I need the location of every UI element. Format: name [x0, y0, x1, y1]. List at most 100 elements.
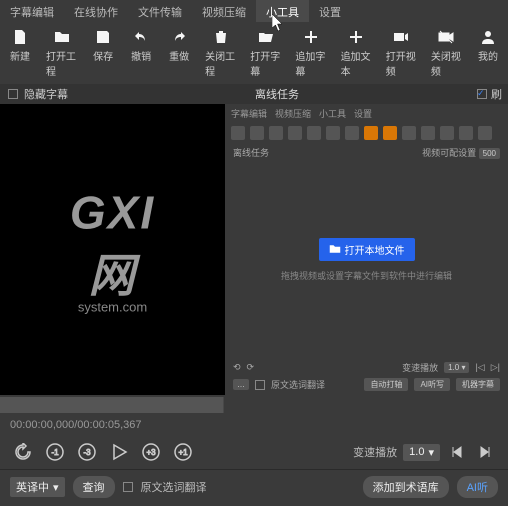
- panel-translate-checkbox[interactable]: [255, 380, 265, 390]
- bottom-bar: 英译中▾ 查询 原文选词翻译 添加到术语库 AI听: [0, 469, 508, 504]
- plus-icon: [302, 28, 320, 46]
- mini-tool-icon[interactable]: [421, 126, 435, 140]
- mini-tool-icon[interactable]: [364, 126, 378, 140]
- offline-task-panel: 字幕编辑 视频压缩 小工具 设置 离线任务 视频可配设置 500: [225, 104, 508, 395]
- mini-tool-icon[interactable]: [307, 126, 321, 140]
- forward-3-button[interactable]: +3: [140, 441, 162, 463]
- trash-icon: [212, 28, 230, 46]
- folder-icon: [329, 243, 341, 255]
- original-translate-label: 原文选词翻译: [141, 479, 207, 495]
- panel-icon-row: [225, 123, 508, 143]
- drag-hint-text: 拖拽视频或设置字幕文件到软件中进行编辑: [281, 269, 452, 282]
- chevron-down-icon: ▾: [53, 481, 59, 494]
- loop-button[interactable]: [12, 441, 34, 463]
- video-off-icon: [437, 28, 455, 46]
- mini-tool-icon[interactable]: [269, 126, 283, 140]
- save-button[interactable]: 保存: [85, 26, 121, 80]
- panel-lang-select[interactable]: …: [233, 379, 249, 390]
- original-translate-checkbox[interactable]: [123, 482, 133, 492]
- mini-tool-icon[interactable]: [440, 126, 454, 140]
- video-preview[interactable]: GXI网 system.com: [0, 104, 225, 395]
- timeline-scrubber[interactable]: [0, 397, 508, 413]
- undo-button[interactable]: 撤销: [123, 26, 159, 80]
- mini-tool-icon[interactable]: [326, 126, 340, 140]
- my-button[interactable]: 我的: [470, 26, 506, 80]
- rewind-1-button[interactable]: -1: [44, 441, 66, 463]
- mini-tab[interactable]: 小工具: [319, 107, 346, 120]
- file-icon: [11, 28, 29, 46]
- open-project-button[interactable]: 打开工程: [40, 26, 83, 80]
- undo-icon: [132, 28, 150, 46]
- main-toolbar: 新建 打开工程 保存 撤销 重做 关闭工程 打开字幕 追加字幕 追加文本 打开视…: [0, 22, 508, 84]
- svg-text:+1: +1: [178, 448, 188, 457]
- open-subtitle-button[interactable]: 打开字幕: [244, 26, 287, 80]
- mini-tool-icon[interactable]: [478, 126, 492, 140]
- svg-text:-1: -1: [51, 448, 59, 457]
- ai-listen-button[interactable]: AI听: [457, 476, 498, 498]
- refresh-checkbox[interactable]: [477, 89, 487, 99]
- video-icon: [392, 28, 410, 46]
- mini-tool-icon[interactable]: [231, 126, 245, 140]
- machine-subtitle-button[interactable]: 机器字幕: [456, 378, 500, 391]
- offline-task-label: 离线任务: [225, 86, 477, 102]
- forward-1-button[interactable]: +1: [172, 441, 194, 463]
- redo-icon: [170, 28, 188, 46]
- playback-speed-label: 变速播放: [353, 444, 397, 460]
- hide-subtitle-label: 隐藏字幕: [24, 86, 68, 102]
- panel-param-value[interactable]: 500: [479, 148, 500, 159]
- translation-lang-select[interactable]: 英译中▾: [10, 477, 65, 497]
- mini-tab[interactable]: 视频压缩: [275, 107, 311, 120]
- tab-online-collab[interactable]: 在线协作: [64, 0, 128, 22]
- mini-btn-icon[interactable]: ▷|: [491, 362, 500, 373]
- playback-speed-select[interactable]: 1.0▾: [403, 444, 440, 461]
- main-area: GXI网 system.com 字幕编辑 视频压缩 小工具 设置: [0, 104, 508, 395]
- hide-subtitle-checkbox[interactable]: [8, 89, 18, 99]
- open-local-file-button[interactable]: 打开本地文件: [319, 238, 415, 261]
- tab-tools[interactable]: 小工具: [256, 0, 309, 22]
- open-video-button[interactable]: 打开视频: [380, 26, 423, 80]
- tab-file-transfer[interactable]: 文件传输: [128, 0, 192, 22]
- rewind-3-button[interactable]: -3: [76, 441, 98, 463]
- new-button[interactable]: 新建: [2, 26, 38, 80]
- player-controls: -1 -3 +3 +1 变速播放 1.0▾: [0, 435, 508, 469]
- mini-tool-icon[interactable]: [250, 126, 264, 140]
- auto-timing-button[interactable]: 自动打轴: [364, 378, 408, 391]
- svg-text:+3: +3: [146, 448, 156, 457]
- append-text-button[interactable]: 追加文本: [335, 26, 378, 80]
- play-button[interactable]: [108, 441, 130, 463]
- mini-tab[interactable]: 设置: [354, 107, 372, 120]
- tab-settings[interactable]: 设置: [309, 0, 351, 22]
- close-project-button[interactable]: 关闭工程: [199, 26, 242, 80]
- folder-icon: [53, 28, 71, 46]
- mini-tool-icon[interactable]: [383, 126, 397, 140]
- panel-speed-select[interactable]: 1.0 ▾: [444, 362, 469, 373]
- prev-marker-button[interactable]: [446, 441, 468, 463]
- folder-open-icon: [257, 28, 275, 46]
- main-tabbar: 字幕编辑 在线协作 文件传输 视频压缩 小工具 设置: [0, 0, 508, 22]
- mini-btn-icon[interactable]: |◁: [475, 362, 484, 373]
- watermark: GXI网 system.com: [56, 185, 169, 314]
- add-terminology-button[interactable]: 添加到术语库: [363, 476, 449, 498]
- panel-task-label: 离线任务: [233, 146, 269, 159]
- subheader: 隐藏字幕 离线任务 刷: [0, 84, 508, 104]
- loop-icon[interactable]: ⟳: [247, 362, 255, 373]
- query-button[interactable]: 查询: [73, 476, 115, 498]
- close-video-button[interactable]: 关闭视频: [425, 26, 468, 80]
- loop-icon[interactable]: ⟲: [233, 362, 241, 373]
- mini-tab[interactable]: 字幕编辑: [231, 107, 267, 120]
- mini-tool-icon[interactable]: [402, 126, 416, 140]
- redo-button[interactable]: 重做: [161, 26, 197, 80]
- append-subtitle-button[interactable]: 追加字幕: [289, 26, 332, 80]
- tab-video-compress[interactable]: 视频压缩: [192, 0, 256, 22]
- ai-dictation-button[interactable]: AI听写: [414, 378, 450, 391]
- plus-icon: [347, 28, 365, 46]
- next-marker-button[interactable]: [474, 441, 496, 463]
- tab-subtitle-edit[interactable]: 字幕编辑: [0, 0, 64, 22]
- panel-translate-label: 原文选词翻译: [271, 378, 325, 391]
- mini-tool-icon[interactable]: [345, 126, 359, 140]
- chevron-down-icon: ▾: [428, 446, 434, 459]
- mini-tool-icon[interactable]: [288, 126, 302, 140]
- timecode-display: 00:00:00,000/00:00:05,367: [0, 415, 508, 435]
- refresh-label: 刷: [491, 86, 502, 102]
- mini-tool-icon[interactable]: [459, 126, 473, 140]
